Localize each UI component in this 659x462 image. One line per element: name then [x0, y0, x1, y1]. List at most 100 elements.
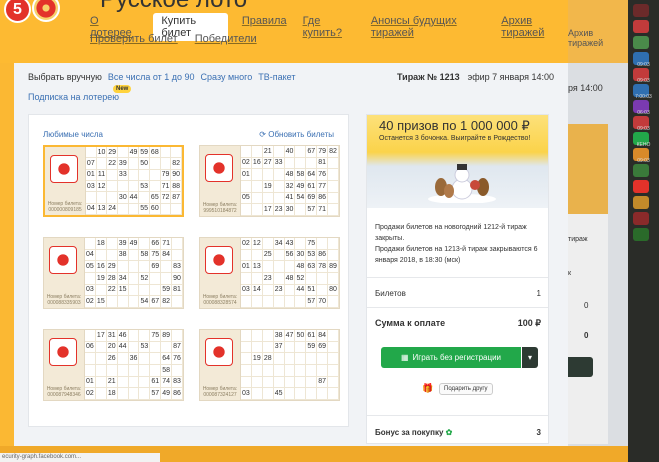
ticket-cell [328, 330, 339, 342]
ticket-cell: 54 [295, 192, 307, 205]
extension-icon[interactable] [633, 164, 649, 177]
ticket-cell [161, 261, 173, 273]
ticket-cell [85, 365, 96, 377]
background-card: тираж к 0 0 [568, 214, 608, 444]
lottery-ticket[interactable]: Номер билета: 000087948346 17 31 46 75 89 06 20… [43, 329, 184, 401]
ticket-cell [241, 365, 252, 377]
ticket-cell: 33 [273, 157, 285, 170]
ticket-cell: 88 [171, 180, 182, 193]
ticket-stub: Номер билета: 000088335903 [44, 238, 84, 308]
ticket-cell: 16 [251, 157, 263, 170]
ticket-cell [295, 376, 307, 389]
ticket-cell [273, 249, 285, 262]
ticket-cell [262, 330, 274, 342]
ticket-cell: 46 [117, 330, 129, 342]
nav-where[interactable]: Где купить? [303, 13, 355, 41]
ticket-cell: 02 [85, 296, 96, 308]
ticket-cell [241, 181, 252, 193]
tab-many[interactable]: Сразу много [201, 72, 253, 82]
ticket-cell [306, 157, 318, 170]
nav-archive[interactable]: Архив тиражей [501, 13, 568, 41]
ticket-cell: 52 [139, 273, 151, 285]
nav-announce[interactable]: Анонсы будущих тиражей [371, 13, 485, 41]
ticket-cell [107, 192, 118, 204]
draw-number: Тираж № 1213 [397, 72, 460, 82]
ticket-cell [241, 296, 252, 308]
ticket-cell: 23 [273, 204, 285, 216]
ticket-cell: 83 [172, 261, 183, 273]
tab-subscribe[interactable]: Подписка на лотерею [28, 92, 119, 102]
ticket-cell [328, 169, 339, 181]
extension-icon[interactable] [633, 212, 649, 225]
bonus-value: 3 [536, 428, 541, 437]
ticket-cell: 34 [273, 238, 285, 250]
header: 5 Русское лото О лотерее Купить билет Пр… [0, 0, 568, 63]
promo-banner[interactable]: 40 призов по 1 000 000 ₽ Останется 3 боч… [367, 115, 548, 208]
ticket-cell [128, 296, 140, 308]
extension-icon[interactable] [633, 228, 649, 241]
ticket-cell: 75 [150, 330, 162, 342]
ticket-cell [150, 365, 162, 377]
ticket-cell: 01 [86, 169, 97, 181]
extension-icon[interactable] [633, 196, 649, 209]
ticket-cell [172, 365, 183, 377]
nav-winners[interactable]: Победители [195, 31, 257, 47]
lottery-ticket[interactable]: Номер билета: 999510184872 21 40 67 79 82 02 16… [199, 145, 340, 217]
tab-all-numbers[interactable]: Все числа от 1 до 90 [108, 72, 195, 82]
ticket-cell: 82 [171, 158, 182, 170]
ticket-cell [262, 192, 274, 205]
ticket-cell [117, 261, 129, 273]
nav-check[interactable]: Проверить билет [90, 31, 178, 47]
extension-icon[interactable] [633, 20, 649, 33]
ticket-cell: 25 [262, 249, 274, 262]
ticket-cell [128, 261, 140, 273]
ticket-cell [171, 147, 182, 159]
tab-manual[interactable]: Выбрать вручную [28, 72, 102, 82]
ticket-cell [295, 365, 307, 377]
ticket-cell: 03 [241, 388, 252, 400]
lottery-ticket[interactable]: Номер билета: 000000809185 10 29 49 59 68 07 22… [43, 145, 184, 217]
ticket-cell: 48 [295, 261, 307, 273]
refresh-tickets-link[interactable]: ⟳ Обновить билеты [259, 130, 334, 139]
ticket-cell [139, 169, 150, 181]
play-dropdown-button[interactable]: ▾ [522, 347, 538, 368]
ticket-cell [128, 158, 140, 170]
tab-tv[interactable]: ТВ-пакет [258, 72, 295, 82]
ticket-cell [273, 169, 285, 181]
ticket-cell: 17 [95, 330, 107, 342]
extension-icon[interactable] [633, 180, 649, 193]
ticket-cell [251, 273, 263, 285]
ticket-cell [295, 388, 307, 400]
ticket-cell: 43 [284, 238, 296, 250]
ticket-cell [86, 147, 97, 159]
ticket-cell [139, 353, 151, 365]
gift-button[interactable]: Подарить другу [439, 383, 493, 395]
ticket-cell [106, 296, 118, 308]
ghost-tiraz: тираж [568, 236, 588, 243]
favorite-numbers-link[interactable]: Любимые числа [43, 130, 103, 139]
lottery-ticket[interactable]: Номер билета: 000088328574 02 12 34 43 75 25 56… [199, 237, 340, 309]
ticket-cell: 86 [317, 249, 329, 262]
ticket-number: Номер билета: 000087324127 [202, 386, 238, 398]
ticket-cell [118, 180, 129, 193]
total-value: 100 ₽ [517, 318, 541, 328]
lotto-logo-icon[interactable] [32, 0, 60, 22]
refresh-icon: ⟳ [259, 130, 269, 139]
ticket-cell [128, 203, 140, 215]
ticket-cell [241, 273, 252, 285]
ticket-cell: 64 [306, 169, 318, 181]
ticket-cell [107, 169, 118, 181]
extension-icon[interactable] [633, 36, 649, 49]
logo-ball-icon[interactable]: 5 [4, 0, 31, 23]
total-row: Сумма к оплате 100 ₽ [375, 318, 541, 329]
ticket-cell: 86 [317, 192, 329, 205]
tickets-count-label: Билетов [375, 289, 406, 298]
lottery-ticket[interactable]: Номер билета: 000087324127 38 47 50 61 84 37 59… [199, 329, 340, 401]
ticket-cell [95, 353, 107, 365]
lottery-ticket[interactable]: Номер билета: 000088335903 18 39 49 66 71 04 38… [43, 237, 184, 309]
ticket-cell: 71 [160, 180, 172, 193]
play-without-registration-button[interactable]: ▦ Играть без регистрации [381, 347, 521, 368]
ticket-cell: 66 [150, 238, 162, 250]
extension-icon[interactable] [633, 4, 649, 17]
ticket-cell: 28 [262, 353, 274, 365]
